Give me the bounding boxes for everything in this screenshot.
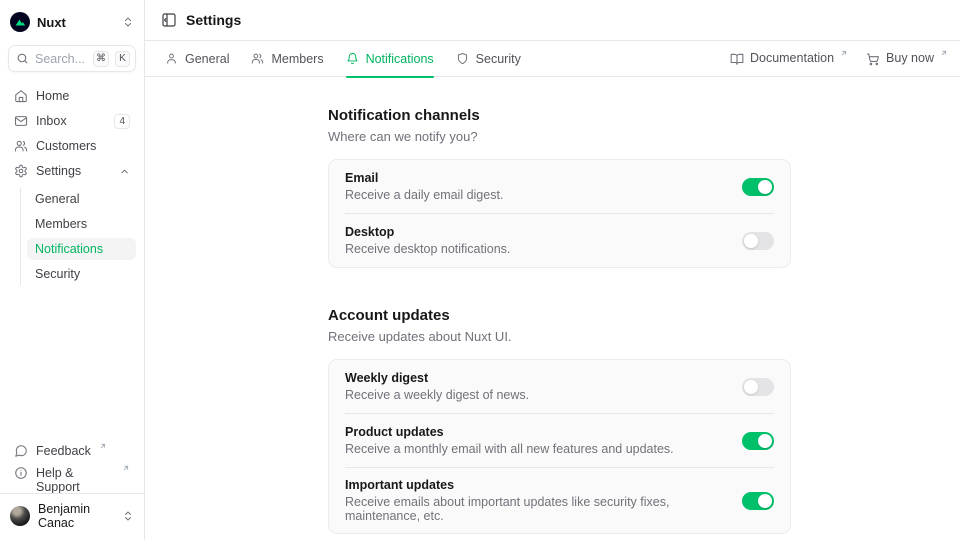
tab-security[interactable]: Security <box>456 41 521 77</box>
shield-icon <box>456 52 469 65</box>
chevrons-up-down-icon <box>122 510 134 522</box>
sidebar: Nuxt Search... ⌘ K Home Inbox 4 <box>0 0 145 540</box>
help-support-label: Help & Support <box>36 466 114 494</box>
setting-row-product-updates: Product updates Receive a monthly email … <box>329 414 790 467</box>
workspace-name: Nuxt <box>37 15 115 30</box>
sidebar-item-inbox[interactable]: Inbox 4 <box>8 110 136 132</box>
external-link-icon <box>940 49 948 57</box>
important-updates-toggle[interactable] <box>742 492 774 510</box>
workspace-switcher[interactable]: Nuxt <box>8 8 136 36</box>
documentation-button[interactable]: Documentation <box>730 51 848 66</box>
sidebar-item-home[interactable]: Home <box>8 85 136 107</box>
setting-title: Email <box>345 171 726 185</box>
section-account-updates: Account updates Receive updates about Nu… <box>328 307 791 534</box>
email-toggle[interactable] <box>742 178 774 196</box>
setting-row-important-updates: Important updates Receive emails about i… <box>329 468 790 533</box>
sidebar-item-settings[interactable]: Settings <box>8 160 136 182</box>
tab-members[interactable]: Members <box>251 41 323 77</box>
feedback-link[interactable]: Feedback <box>8 441 136 463</box>
buy-now-button[interactable]: Buy now <box>866 51 948 66</box>
section-gap <box>328 268 791 307</box>
chevrons-up-down-icon <box>122 16 134 28</box>
kbd-k: K <box>115 51 130 67</box>
sidebar-item-members[interactable]: Members <box>27 213 136 235</box>
tab-label: Notifications <box>366 52 434 66</box>
tab-label: Members <box>271 52 323 66</box>
book-open-icon <box>730 52 744 66</box>
page-title: Settings <box>186 12 241 28</box>
tab-bar: General Members Notifications Security <box>145 41 960 77</box>
setting-description: Receive desktop notifications. <box>345 242 726 256</box>
sidebar-item-label: Home <box>36 89 130 103</box>
tab-general[interactable]: General <box>165 41 229 77</box>
setting-description: Receive a monthly email with all new fea… <box>345 442 726 456</box>
settings-sub-list: General Members Notifications Security <box>20 188 136 285</box>
setting-description: Receive emails about important updates l… <box>345 495 726 523</box>
sidebar-spacer <box>8 285 136 441</box>
setting-row-desktop: Desktop Receive desktop notifications. <box>329 214 790 267</box>
tab-label: General <box>185 52 229 66</box>
section-title: Notification channels <box>328 107 791 124</box>
message-circle-icon <box>14 444 28 458</box>
setting-description: Receive a daily email digest. <box>345 188 726 202</box>
sidebar-item-customers[interactable]: Customers <box>8 135 136 157</box>
documentation-label: Documentation <box>750 51 834 65</box>
setting-title: Important updates <box>345 478 726 492</box>
notification-channels-card: Email Receive a daily email digest. Desk… <box>328 159 791 268</box>
external-link-icon <box>122 464 130 472</box>
account-updates-card: Weekly digest Receive a weekly digest of… <box>328 359 791 534</box>
tab-label: Security <box>476 52 521 66</box>
section-notification-channels: Notification channels Where can we notif… <box>328 107 791 268</box>
section-description: Where can we notify you? <box>328 129 791 144</box>
bell-icon <box>346 52 359 65</box>
sidebar-item-security[interactable]: Security <box>27 263 136 285</box>
tab-notifications[interactable]: Notifications <box>346 41 434 77</box>
help-support-link[interactable]: Help & Support <box>8 463 136 485</box>
product-updates-toggle[interactable] <box>742 432 774 450</box>
external-link-icon <box>99 442 107 450</box>
users-icon <box>14 139 28 153</box>
info-circle-icon <box>14 466 28 480</box>
users-icon <box>251 52 264 65</box>
kbd-cmd: ⌘ <box>93 51 109 67</box>
user-menu[interactable]: Benjamin Canac <box>8 494 136 532</box>
search-icon <box>16 52 29 65</box>
page-header: Settings <box>145 0 960 41</box>
sidebar-item-notifications[interactable]: Notifications <box>27 238 136 260</box>
sidebar-item-label: Customers <box>36 139 130 153</box>
desktop-toggle[interactable] <box>742 232 774 250</box>
buy-now-label: Buy now <box>886 51 934 65</box>
setting-title: Product updates <box>345 425 726 439</box>
setting-title: Desktop <box>345 225 726 239</box>
sidebar-item-label: Inbox <box>36 114 106 128</box>
weekly-digest-toggle[interactable] <box>742 378 774 396</box>
section-description: Receive updates about Nuxt UI. <box>328 329 791 344</box>
section-title: Account updates <box>328 307 791 324</box>
search-placeholder: Search... <box>35 52 87 66</box>
inbox-count-badge: 4 <box>114 114 130 129</box>
settings-content: Notification channels Where can we notif… <box>145 77 960 540</box>
setting-row-email: Email Receive a daily email digest. <box>329 160 790 213</box>
user-name: Benjamin Canac <box>38 502 114 530</box>
feedback-label: Feedback <box>36 444 91 458</box>
main-panel: Settings General Members Notifications S… <box>145 0 960 540</box>
user-icon <box>165 52 178 65</box>
gear-icon <box>14 164 28 178</box>
sidebar-item-label: Settings <box>36 164 111 178</box>
external-link-icon <box>840 49 848 57</box>
setting-description: Receive a weekly digest of news. <box>345 388 726 402</box>
sidebar-item-general[interactable]: General <box>27 188 136 210</box>
home-icon <box>14 89 28 103</box>
search-input[interactable]: Search... ⌘ K <box>8 45 136 72</box>
setting-row-weekly-digest: Weekly digest Receive a weekly digest of… <box>329 360 790 413</box>
sidebar-nav: Home Inbox 4 Customers Settings Gener <box>8 85 136 285</box>
setting-title: Weekly digest <box>345 371 726 385</box>
tab-actions: Documentation Buy now <box>730 51 948 66</box>
nuxt-logo-icon <box>10 12 30 32</box>
inbox-icon <box>14 114 28 128</box>
panel-left-close-icon[interactable] <box>161 12 177 28</box>
chevron-up-icon <box>119 166 130 177</box>
shopping-cart-icon <box>866 52 880 66</box>
user-avatar <box>10 506 30 526</box>
